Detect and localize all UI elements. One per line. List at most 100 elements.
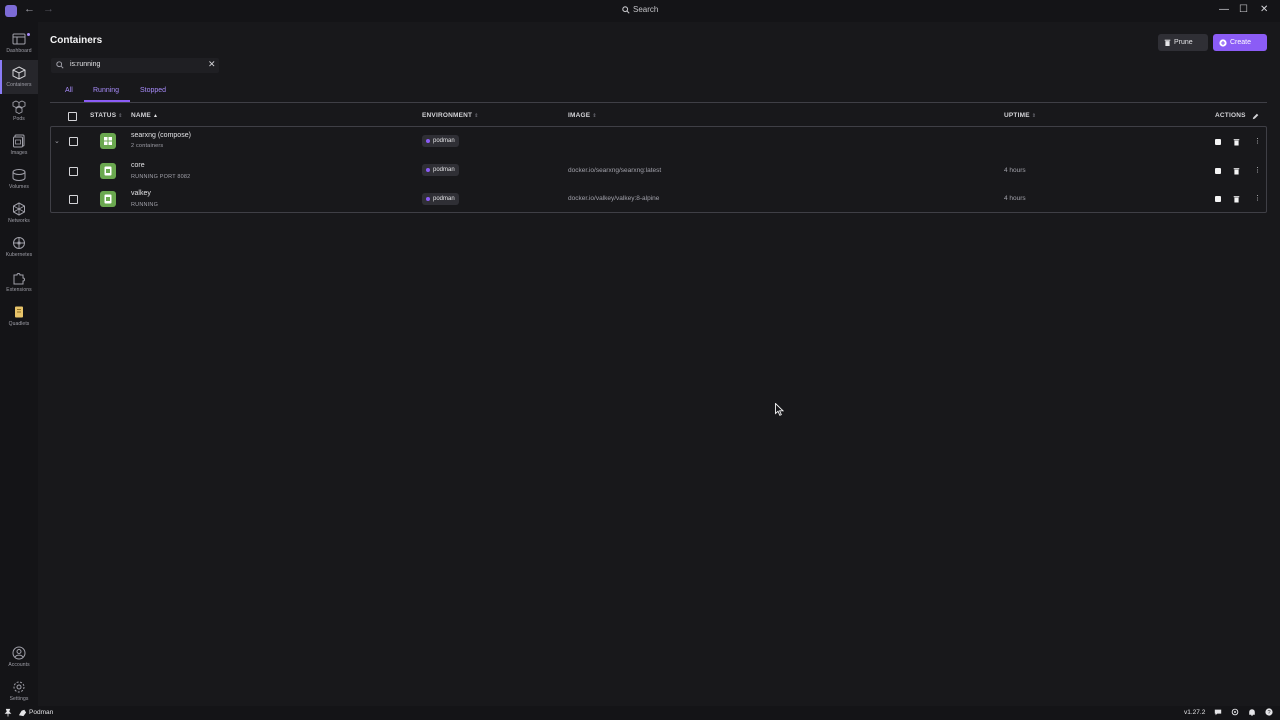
seal-icon: [18, 709, 27, 717]
column-label: NAME: [131, 112, 151, 119]
sidebar-item-networks[interactable]: Networks: [0, 196, 38, 230]
sidebar-item-label: Dashboard: [6, 48, 32, 54]
image-cell[interactable]: docker.io/valkey/valkey:8-alpine: [568, 195, 659, 202]
helm-icon: [13, 237, 25, 249]
chat-icon[interactable]: [1214, 708, 1222, 716]
filter-input[interactable]: is:running ✕: [51, 58, 219, 73]
row-checkbox[interactable]: [69, 137, 78, 146]
delete-icon[interactable]: [1233, 195, 1240, 203]
column-header-name[interactable]: NAME ▲: [131, 112, 158, 119]
image-cell[interactable]: docker.io/searxng/searxng:latest: [568, 167, 661, 174]
troubleshooting-icon[interactable]: [1231, 708, 1239, 716]
engine-name[interactable]: Podman: [29, 709, 53, 716]
tab-stopped[interactable]: Stopped: [140, 87, 166, 94]
filter-value: is:running: [70, 61, 101, 68]
trash-icon: [1164, 39, 1171, 46]
sidebar-item-label: Images: [10, 150, 28, 156]
table-row[interactable]: core RUNNING PORT 8082 podman docker.io/…: [51, 157, 1266, 185]
forward-arrow-icon[interactable]: →: [43, 3, 54, 15]
sidebar-item-label: Pods: [13, 116, 25, 122]
sidebar-item-settings[interactable]: Settings: [0, 674, 38, 708]
column-header-uptime[interactable]: UPTIME ⇕: [1004, 112, 1036, 119]
bell-icon[interactable]: [1248, 708, 1256, 716]
sidebar-item-containers[interactable]: Containers: [0, 60, 38, 94]
sidebar-item-accounts[interactable]: Accounts: [0, 640, 38, 674]
help-icon[interactable]: ?: [1265, 708, 1273, 716]
sort-icon: ⇕: [592, 112, 597, 119]
kebab-menu-icon[interactable]: ⋮: [1254, 194, 1261, 202]
sidebar-item-volumes[interactable]: Volumes: [0, 162, 38, 196]
sidebar-item-label: Quadlets: [8, 321, 30, 327]
chevron-down-icon[interactable]: ⌄: [54, 137, 60, 145]
stop-icon[interactable]: [1215, 196, 1221, 202]
close-window-button[interactable]: ✕: [1260, 4, 1268, 15]
version-label[interactable]: v1.27.2: [1184, 709, 1205, 716]
layers-icon: [13, 134, 25, 148]
environment-label: podman: [433, 167, 455, 173]
tab-running[interactable]: Running: [93, 87, 119, 94]
gear-icon: [13, 681, 25, 693]
pin-icon[interactable]: [4, 708, 12, 717]
sidebar-item-kubernetes[interactable]: Kubernetes: [0, 230, 38, 264]
uptime-cell: 4 hours: [1004, 167, 1026, 174]
create-button[interactable]: Create: [1213, 34, 1267, 51]
divider: [50, 102, 1267, 103]
sidebar-item-quadlets[interactable]: Quadlets: [0, 299, 38, 333]
sidebar-item-pods[interactable]: Pods: [0, 94, 38, 128]
column-header-image[interactable]: IMAGE ⇕: [568, 112, 597, 119]
puzzle-icon: [13, 273, 25, 285]
sidebar-item-images[interactable]: Images: [0, 128, 38, 162]
row-checkbox[interactable]: [69, 195, 78, 204]
row-name[interactable]: searxng (compose): [131, 132, 191, 139]
sort-icon: ⇕: [474, 112, 479, 119]
back-arrow-icon[interactable]: ←: [24, 3, 35, 15]
maximize-button[interactable]: ☐: [1239, 4, 1248, 15]
tab-all[interactable]: All: [65, 87, 73, 94]
sort-icon: ⇕: [1031, 112, 1037, 119]
sidebar-item-label: Networks: [8, 218, 30, 224]
column-label: ENVIRONMENT: [422, 112, 473, 119]
row-checkbox[interactable]: [69, 167, 78, 176]
column-header-environment[interactable]: ENVIRONMENT ⇕: [422, 112, 479, 119]
row-name[interactable]: valkey: [131, 190, 151, 197]
environment-badge: podman: [422, 193, 459, 205]
containers-table: ⌄ searxng (compose) 2 containers podman …: [50, 126, 1267, 213]
stop-icon[interactable]: [1215, 168, 1221, 174]
environment-label: podman: [433, 138, 455, 144]
column-label: UPTIME: [1004, 112, 1030, 119]
scroll-icon: [15, 306, 23, 318]
column-header-actions: ACTIONS: [1215, 112, 1246, 119]
minimize-button[interactable]: —: [1219, 4, 1229, 15]
row-subtitle: RUNNING PORT 8082: [131, 174, 191, 180]
status-bar: Podman v1.27.2 ?: [0, 706, 1280, 720]
sidebar-item-label: Accounts: [8, 662, 30, 668]
stop-icon[interactable]: [1215, 139, 1221, 145]
edit-columns-icon[interactable]: [1252, 113, 1259, 120]
kebab-menu-icon[interactable]: ⋮: [1254, 166, 1261, 174]
delete-icon[interactable]: [1233, 167, 1240, 175]
podman-dot-icon: [426, 197, 430, 201]
prune-button[interactable]: Prune: [1158, 34, 1208, 51]
search-icon: [622, 5, 630, 14]
column-label: ACTIONS: [1215, 112, 1246, 119]
table-row[interactable]: valkey RUNNING podman docker.io/valkey/v…: [51, 185, 1266, 213]
sidebar-item-dashboard[interactable]: Dashboard: [0, 26, 38, 60]
table-row[interactable]: ⌄ searxng (compose) 2 containers podman …: [51, 127, 1266, 157]
environment-badge: podman: [422, 164, 459, 176]
prune-label: Prune: [1174, 39, 1193, 46]
kebab-menu-icon[interactable]: ⋮: [1254, 137, 1261, 145]
podman-dot-icon: [426, 139, 430, 143]
global-search[interactable]: Search: [622, 5, 658, 14]
cube-icon: [12, 66, 26, 80]
row-name[interactable]: core: [131, 162, 145, 169]
sidebar-item-label: Extensions: [6, 287, 32, 293]
delete-icon[interactable]: [1233, 138, 1240, 146]
clear-filter-icon[interactable]: ✕: [208, 59, 216, 70]
sort-ascending-icon: ▲: [152, 112, 159, 119]
svg-text:?: ?: [1267, 710, 1270, 716]
column-header-status[interactable]: STATUS ⇕: [90, 112, 123, 119]
page-title: Containers: [50, 35, 103, 46]
select-all-checkbox[interactable]: [68, 112, 77, 121]
sidebar-item-extensions[interactable]: Extensions: [0, 265, 38, 299]
row-subtitle: 2 containers: [131, 143, 164, 149]
